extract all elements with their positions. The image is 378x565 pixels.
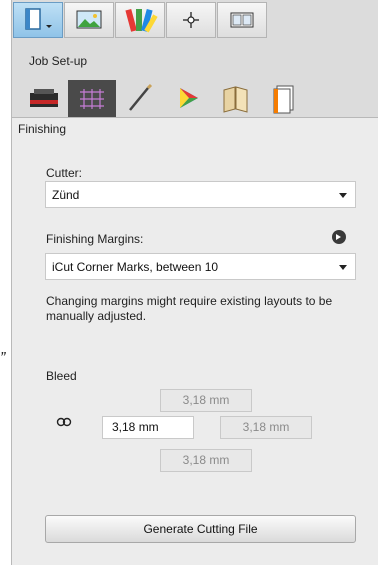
- tab-color-profile[interactable]: [164, 80, 212, 117]
- bleed-left-field[interactable]: 3,18 mm: [102, 416, 194, 439]
- document-dropdown-button[interactable]: [13, 2, 63, 38]
- layout-button[interactable]: [217, 2, 267, 38]
- finishing-margins-label: Finishing Margins:: [46, 232, 144, 246]
- finishing-margins-dropdown[interactable]: iCut Corner Marks, between 10: [45, 253, 356, 280]
- arrow-right-circle-icon[interactable]: [332, 230, 346, 244]
- bleed-bottom-field[interactable]: 3,18 mm: [160, 449, 252, 472]
- color-profile-icon: [180, 88, 198, 108]
- tab-grid[interactable]: [68, 80, 116, 117]
- cutter-label: Cutter:: [46, 166, 83, 180]
- brush-icon: [129, 83, 153, 111]
- page-layout-icon: [273, 85, 294, 114]
- link-icon[interactable]: [56, 417, 72, 427]
- side-quote-mark: ”: [0, 350, 6, 367]
- document-dropdown-icon: [25, 8, 52, 30]
- layout-icon: [230, 12, 254, 28]
- bleed-right-field[interactable]: 3,18 mm: [220, 416, 312, 439]
- chevron-down-icon: [339, 265, 347, 270]
- tab-printer[interactable]: [20, 80, 68, 117]
- bleed-label: Bleed: [46, 369, 77, 383]
- color-swatches-icon: [125, 8, 158, 33]
- cutter-dropdown[interactable]: Zünd: [45, 181, 356, 208]
- margins-note: Changing margins might require existing …: [46, 294, 333, 323]
- cutter-value: Zünd: [52, 188, 80, 202]
- finishing-title: Finishing: [18, 122, 67, 136]
- book-icon: [223, 86, 248, 113]
- job-setup-title: Job Set-up: [29, 54, 88, 68]
- tab-brush[interactable]: [116, 80, 164, 117]
- crosshair-icon: [183, 12, 199, 28]
- finishing-panel: Job Set-up Finishing Cutter: Zünd Finish…: [11, 0, 378, 565]
- tab-book[interactable]: [212, 80, 260, 117]
- color-swatches-button[interactable]: [115, 2, 165, 38]
- grid-icon: [80, 89, 104, 109]
- generate-cutting-file-button[interactable]: Generate Cutting File: [45, 515, 356, 543]
- job-setup-section: Job Set-up: [12, 40, 378, 118]
- tab-page-layout[interactable]: [260, 80, 308, 117]
- finishing-margins-value: iCut Corner Marks, between 10: [52, 260, 219, 274]
- image-placement-icon: [76, 10, 102, 29]
- top-toolbar: [12, 0, 378, 41]
- image-placement-button[interactable]: [64, 2, 114, 38]
- crosshair-button[interactable]: [166, 2, 216, 38]
- bleed-top-field[interactable]: 3,18 mm: [160, 389, 252, 412]
- printer-icon: [30, 89, 58, 107]
- chevron-down-icon: [339, 193, 347, 198]
